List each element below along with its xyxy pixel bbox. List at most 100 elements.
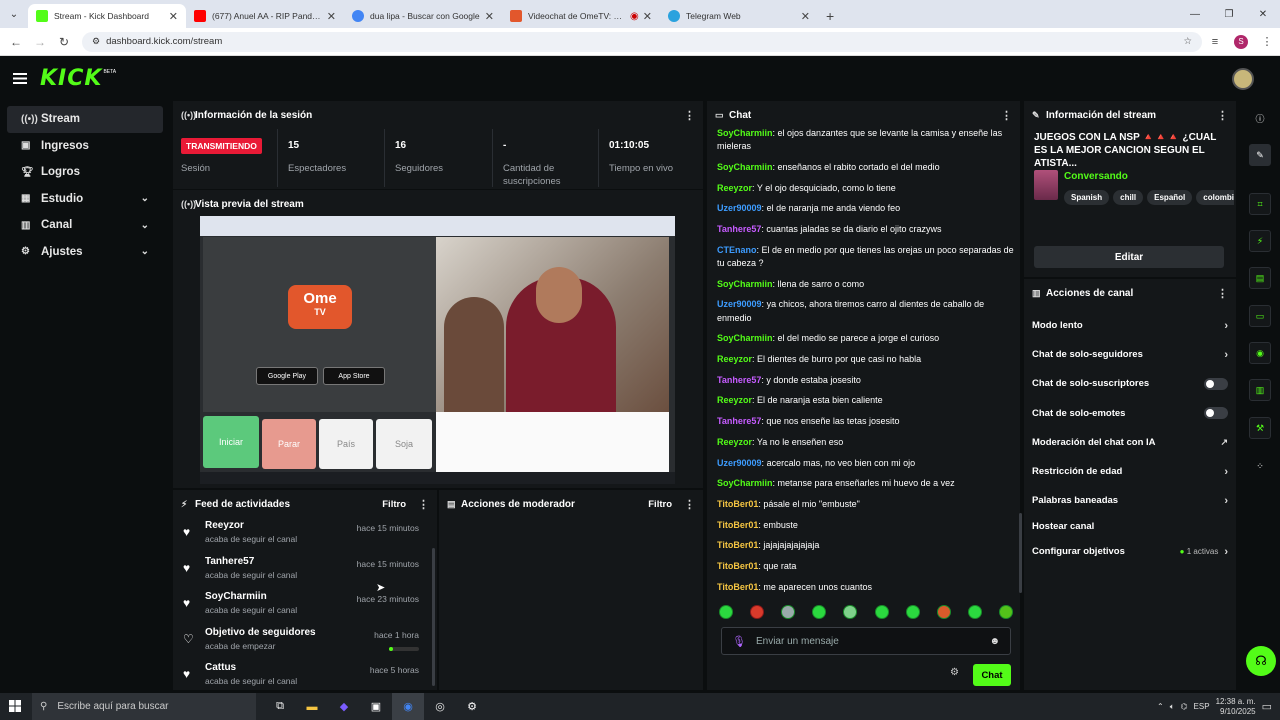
stream-preview-video[interactable]: Ome TV Google Play App Store Iniciar Par… [200, 216, 675, 484]
settings-icon[interactable]: ⚙ [456, 693, 488, 720]
more-options-icon[interactable]: ⋮ [684, 109, 695, 122]
chat-username[interactable]: Uzer90009 [717, 458, 762, 468]
chat-username[interactable]: TitoBer01 [717, 540, 758, 550]
copilot-icon[interactable]: ◆ [328, 693, 360, 720]
user-avatar[interactable] [1232, 68, 1254, 90]
sidebar-item-stream[interactable]: ((•)) Stream [7, 106, 163, 133]
windows-start-icon[interactable] [9, 700, 21, 712]
chat-username[interactable]: Tanhere57 [717, 375, 761, 385]
broadcast-icon[interactable]: ◉ [1249, 342, 1271, 364]
chat-username[interactable]: SoyCharmiin [717, 279, 773, 289]
browser-menu-icon[interactable]: ⋮ [1254, 35, 1280, 48]
emoji-picker-icon[interactable]: ☻ [989, 636, 1000, 647]
network-icon[interactable]: ⌬ [1181, 702, 1188, 711]
chat-scrollbar[interactable] [1019, 513, 1022, 593]
info-icon[interactable]: ⓘ [1249, 107, 1271, 129]
category-link[interactable]: Conversando [1064, 171, 1128, 182]
app-store-badge[interactable]: App Store [323, 367, 385, 385]
activity-name[interactable]: Cattus [205, 662, 297, 673]
chat-send-button[interactable]: Chat [973, 664, 1011, 686]
chat-username[interactable]: Tanhere57 [717, 416, 761, 426]
ometv-country-button[interactable]: País [319, 419, 373, 469]
chat-username[interactable]: Uzer90009 [717, 299, 762, 309]
chat-username[interactable]: CTEnano [717, 245, 757, 255]
chat-settings-gear-icon[interactable]: ⚙ [950, 667, 959, 678]
chat-username[interactable]: Reeyzor [717, 183, 752, 193]
microphone-icon[interactable]: 🎙︎ [732, 635, 746, 648]
minimize-icon[interactable]: — [1178, 0, 1212, 28]
chat-username[interactable]: TitoBer01 [717, 582, 758, 592]
close-icon[interactable]: ✕ [801, 10, 810, 23]
emote-icon[interactable] [843, 605, 858, 619]
browser-tab[interactable]: Videochat de OmeTV: uno ◉ ✕ [502, 4, 660, 28]
new-tab-icon[interactable]: + [826, 8, 834, 24]
toggle-switch[interactable] [1204, 377, 1228, 390]
tag[interactable]: colombi [1196, 190, 1234, 205]
emote-icon[interactable] [905, 605, 920, 619]
site-info-icon[interactable]: ⚙ [92, 36, 100, 47]
speaker-icon[interactable]: 🔈︎ [1170, 702, 1175, 712]
obs-icon[interactable]: ◎ [424, 693, 456, 720]
lightning-icon[interactable]: ⚡︎ [1249, 230, 1271, 252]
chat-username[interactable]: TitoBer01 [717, 520, 758, 530]
tag[interactable]: chill [1113, 190, 1144, 205]
filter-button[interactable]: Filtro [648, 499, 672, 510]
close-icon[interactable]: ✕ [327, 10, 336, 23]
emote-icon[interactable] [781, 605, 796, 619]
hamburger-menu-icon[interactable] [0, 72, 40, 84]
more-options-icon[interactable]: ⋮ [418, 498, 429, 511]
notifications-icon[interactable]: ▭ [1262, 700, 1272, 713]
browser-tab[interactable]: dua lipa - Buscar con Google ✕ [344, 4, 502, 28]
more-options-icon[interactable]: ⋮ [684, 498, 695, 511]
activity-name[interactable]: Tanhere57 [205, 556, 297, 567]
support-headset-icon[interactable]: ☊ [1246, 646, 1276, 676]
media-control-icon[interactable]: ≡ [1202, 36, 1228, 48]
close-window-icon[interactable]: ✕ [1246, 0, 1280, 28]
emote-icon[interactable] [936, 605, 951, 619]
action-ai-moderation[interactable]: Moderación del chat con IA ↗ [1024, 428, 1236, 457]
filter-button[interactable]: Filtro [382, 499, 406, 510]
more-options-icon[interactable]: ⋮ [1001, 109, 1012, 122]
sidebar-item-ingresos[interactable]: ▣ Ingresos [7, 133, 163, 160]
pencil-icon[interactable]: ✎ [1249, 144, 1271, 166]
more-options-icon[interactable]: ⋮ [1217, 109, 1228, 122]
browser-tab[interactable]: Telegram Web ✕ [660, 4, 818, 28]
action-host-channel[interactable]: Hostear canal [1024, 515, 1236, 537]
tag[interactable]: Español [1147, 190, 1193, 205]
more-options-icon[interactable]: ⋮ [1217, 287, 1228, 300]
ometv-start-button[interactable]: Iniciar [203, 416, 259, 468]
chat-username[interactable]: SoyCharmiin [717, 128, 773, 138]
activity-scrollbar[interactable] [432, 548, 435, 686]
store-icon[interactable]: ▣ [360, 693, 392, 720]
sidebar-item-estudio[interactable]: ▦ Estudio ⌄ [7, 186, 163, 213]
ometv-stop-button[interactable]: Parar [262, 419, 316, 469]
emote-icon[interactable] [998, 605, 1013, 619]
tray-chevron-icon[interactable]: ⌃ [1157, 702, 1164, 711]
action-banned-words[interactable]: Palabras baneadas › [1024, 486, 1236, 515]
back-icon[interactable]: ← [4, 35, 28, 49]
action-slow-mode[interactable]: Modo lento › [1024, 311, 1236, 340]
action-goals[interactable]: Configurar objetivos ● 1 activas › [1024, 537, 1236, 566]
profile-avatar[interactable]: S [1234, 34, 1248, 49]
bookmark-star-icon[interactable]: ☆ [1183, 36, 1192, 47]
emote-icon[interactable] [874, 605, 889, 619]
kick-logo[interactable]: KICK [40, 66, 102, 91]
clipboard-icon[interactable]: ▤ [1249, 267, 1271, 289]
category-thumbnail[interactable] [1034, 170, 1058, 200]
chat-username[interactable]: SoyCharmiin [717, 162, 773, 172]
emote-icon[interactable] [812, 605, 827, 619]
chat-username[interactable]: Reeyzor [717, 437, 752, 447]
emote-icon[interactable] [750, 605, 765, 619]
emote-icon[interactable] [967, 605, 982, 619]
chat-username[interactable]: Tanhere57 [717, 224, 761, 234]
tab-search-icon[interactable]: ⌄ [0, 0, 28, 28]
browser-tab[interactable]: (677) Anuel AA - RIP Panda ft. A ✕ [186, 4, 344, 28]
sidebar-item-canal[interactable]: ▥ Canal ⌄ [7, 212, 163, 239]
chat-username[interactable]: TitoBer01 [717, 561, 758, 571]
edit-button[interactable]: Editar [1034, 246, 1224, 268]
activity-name[interactable]: Objetivo de seguidores [205, 627, 316, 638]
chat-username[interactable]: Uzer90009 [717, 203, 762, 213]
close-icon[interactable]: ✕ [485, 10, 494, 23]
forward-icon[interactable]: → [28, 35, 52, 49]
chat-bubble-icon[interactable]: ▭ [1249, 305, 1271, 327]
